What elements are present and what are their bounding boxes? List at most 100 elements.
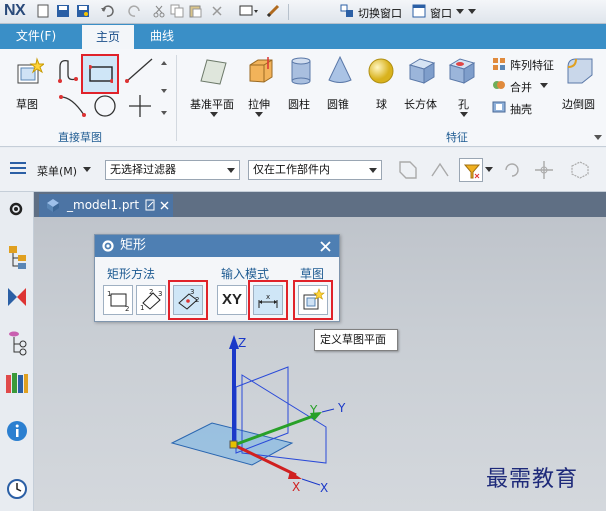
chevron-down-icon[interactable] (83, 167, 91, 172)
block-icon[interactable] (406, 55, 436, 85)
sketch-tool-icon[interactable] (266, 4, 280, 18)
sketch-icon[interactable] (14, 57, 44, 87)
paste-icon[interactable] (188, 4, 202, 18)
type-filter-dropdown[interactable]: 无选择过滤器 (105, 160, 240, 180)
ribbon-panel: 草图 直接草图 基准平面 拉伸 圆柱 圆锥 球 长方体 孔 阵列特征 合并 抽壳… (0, 49, 606, 147)
profile-icon[interactable] (56, 55, 82, 85)
hole-icon[interactable] (446, 55, 476, 85)
rotate-icon[interactable] (500, 158, 524, 182)
tab-curve[interactable]: 曲线 (140, 24, 184, 49)
chevron-down-icon[interactable] (460, 112, 468, 117)
document-tab[interactable]: _model1.prt (39, 194, 173, 217)
svg-text:3: 3 (190, 288, 194, 296)
define-sketch-plane-button[interactable] (298, 285, 328, 315)
arc-icon[interactable] (58, 93, 88, 119)
rectangle-command-button[interactable] (81, 54, 119, 94)
z-axis-label: Z (238, 336, 247, 350)
shell-icon[interactable] (492, 99, 506, 113)
gear-icon[interactable] (101, 239, 115, 253)
shell-label[interactable]: 抽壳 (510, 101, 532, 117)
window-icon[interactable] (412, 4, 426, 18)
sphere-label[interactable]: 球 (376, 96, 387, 112)
parameter-mode-icon: x (258, 293, 278, 308)
cut-icon[interactable] (152, 4, 166, 18)
copy-icon[interactable] (170, 4, 184, 18)
filter-button[interactable] (459, 158, 483, 182)
switch-window-label[interactable]: 切换窗口 (358, 5, 402, 21)
snap-icon[interactable] (428, 158, 452, 182)
edge-blend-icon[interactable] (564, 55, 594, 85)
assembly-navigator-icon[interactable] (6, 244, 28, 270)
chevron-down-icon[interactable] (485, 167, 493, 172)
tooltip: 定义草图平面 (314, 329, 398, 351)
circle-icon[interactable] (92, 93, 118, 119)
scope-filter-dropdown[interactable]: 仅在工作部件内 (248, 160, 382, 180)
sketch-plane-icon (303, 288, 325, 310)
resource-bar (0, 192, 34, 511)
ribbon-tabs: 文件(F) 主页 曲线 (0, 24, 606, 49)
edge-blend-label[interactable]: 边倒圆 (562, 96, 595, 112)
cylinder-icon[interactable] (286, 55, 316, 85)
chevron-down-icon[interactable] (540, 83, 548, 88)
point-icon[interactable] (128, 93, 152, 119)
pan-icon[interactable] (532, 158, 556, 182)
coordinate-mode-button[interactable]: XY (217, 285, 247, 315)
undo-icon[interactable] (100, 4, 114, 18)
rectangle-icon (89, 65, 113, 83)
gear-icon[interactable] (7, 200, 25, 218)
part-navigator-icon[interactable] (6, 328, 28, 356)
menu-icon[interactable] (8, 160, 30, 178)
cone-icon[interactable] (325, 55, 355, 85)
group-separator (176, 55, 177, 141)
extrude-icon[interactable] (246, 55, 276, 85)
selection-box-icon[interactable] (238, 4, 260, 18)
close-tab-icon[interactable] (160, 201, 169, 210)
expand-ribbon-icon[interactable] (594, 133, 602, 141)
sphere-icon[interactable] (366, 55, 396, 85)
info-icon[interactable] (6, 420, 28, 442)
parameter-mode-button[interactable]: x (253, 285, 283, 315)
redo-icon[interactable] (128, 4, 142, 18)
datum-plane-icon[interactable] (198, 57, 228, 87)
pattern-feature-label[interactable]: 阵列特征 (510, 57, 554, 73)
delete-icon[interactable] (210, 4, 224, 18)
svg-text:1: 1 (107, 290, 111, 298)
chevron-down-icon[interactable] (456, 9, 464, 14)
datum-plane-label[interactable]: 基准平面 (190, 96, 234, 112)
reuse-library-icon[interactable] (5, 372, 29, 394)
window-menu-label[interactable]: 窗口 (430, 5, 452, 21)
save-all-icon[interactable] (76, 4, 90, 18)
view-orient-icon[interactable] (568, 158, 592, 182)
block-label[interactable]: 长方体 (404, 96, 437, 112)
tab-home[interactable]: 主页 (82, 24, 134, 49)
cylinder-label[interactable]: 圆柱 (288, 96, 310, 112)
new-file-icon[interactable] (36, 4, 50, 18)
dialog-header[interactable]: 矩形 (95, 235, 339, 257)
from-center-button[interactable]: 32 (173, 285, 203, 315)
line-icon[interactable] (124, 55, 154, 85)
by-3-points-button[interactable]: 123 (136, 285, 166, 315)
tab-file[interactable]: 文件(F) (0, 24, 72, 49)
close-icon[interactable] (320, 241, 331, 252)
svg-text:3: 3 (158, 290, 162, 298)
select-feature-icon[interactable] (396, 158, 420, 182)
switch-window-icon[interactable] (340, 4, 354, 18)
gallery-scroll-icon[interactable] (160, 59, 168, 119)
by-2-points-button[interactable]: 12 (103, 285, 133, 315)
menu-button[interactable]: 菜单(M) (37, 163, 77, 179)
constraint-navigator-icon[interactable] (6, 286, 28, 310)
nx-logo: NX (4, 2, 26, 19)
chevron-down-icon[interactable] (255, 112, 263, 117)
unite-label[interactable]: 合并 (510, 79, 532, 95)
hole-label[interactable]: 孔 (458, 96, 469, 112)
quick-access-toolbar: NX 切换窗口 窗口 (0, 0, 606, 24)
cone-label[interactable]: 圆锥 (327, 96, 349, 112)
toolbar-options-icon[interactable] (468, 7, 476, 15)
extrude-label[interactable]: 拉伸 (248, 96, 270, 112)
pattern-feature-icon[interactable] (492, 57, 506, 71)
unite-icon[interactable] (492, 78, 506, 92)
save-icon[interactable] (56, 4, 70, 18)
history-clock-icon[interactable] (6, 478, 28, 500)
chevron-down-icon[interactable] (210, 112, 218, 117)
y-axis-label-green: Y (310, 403, 318, 417)
